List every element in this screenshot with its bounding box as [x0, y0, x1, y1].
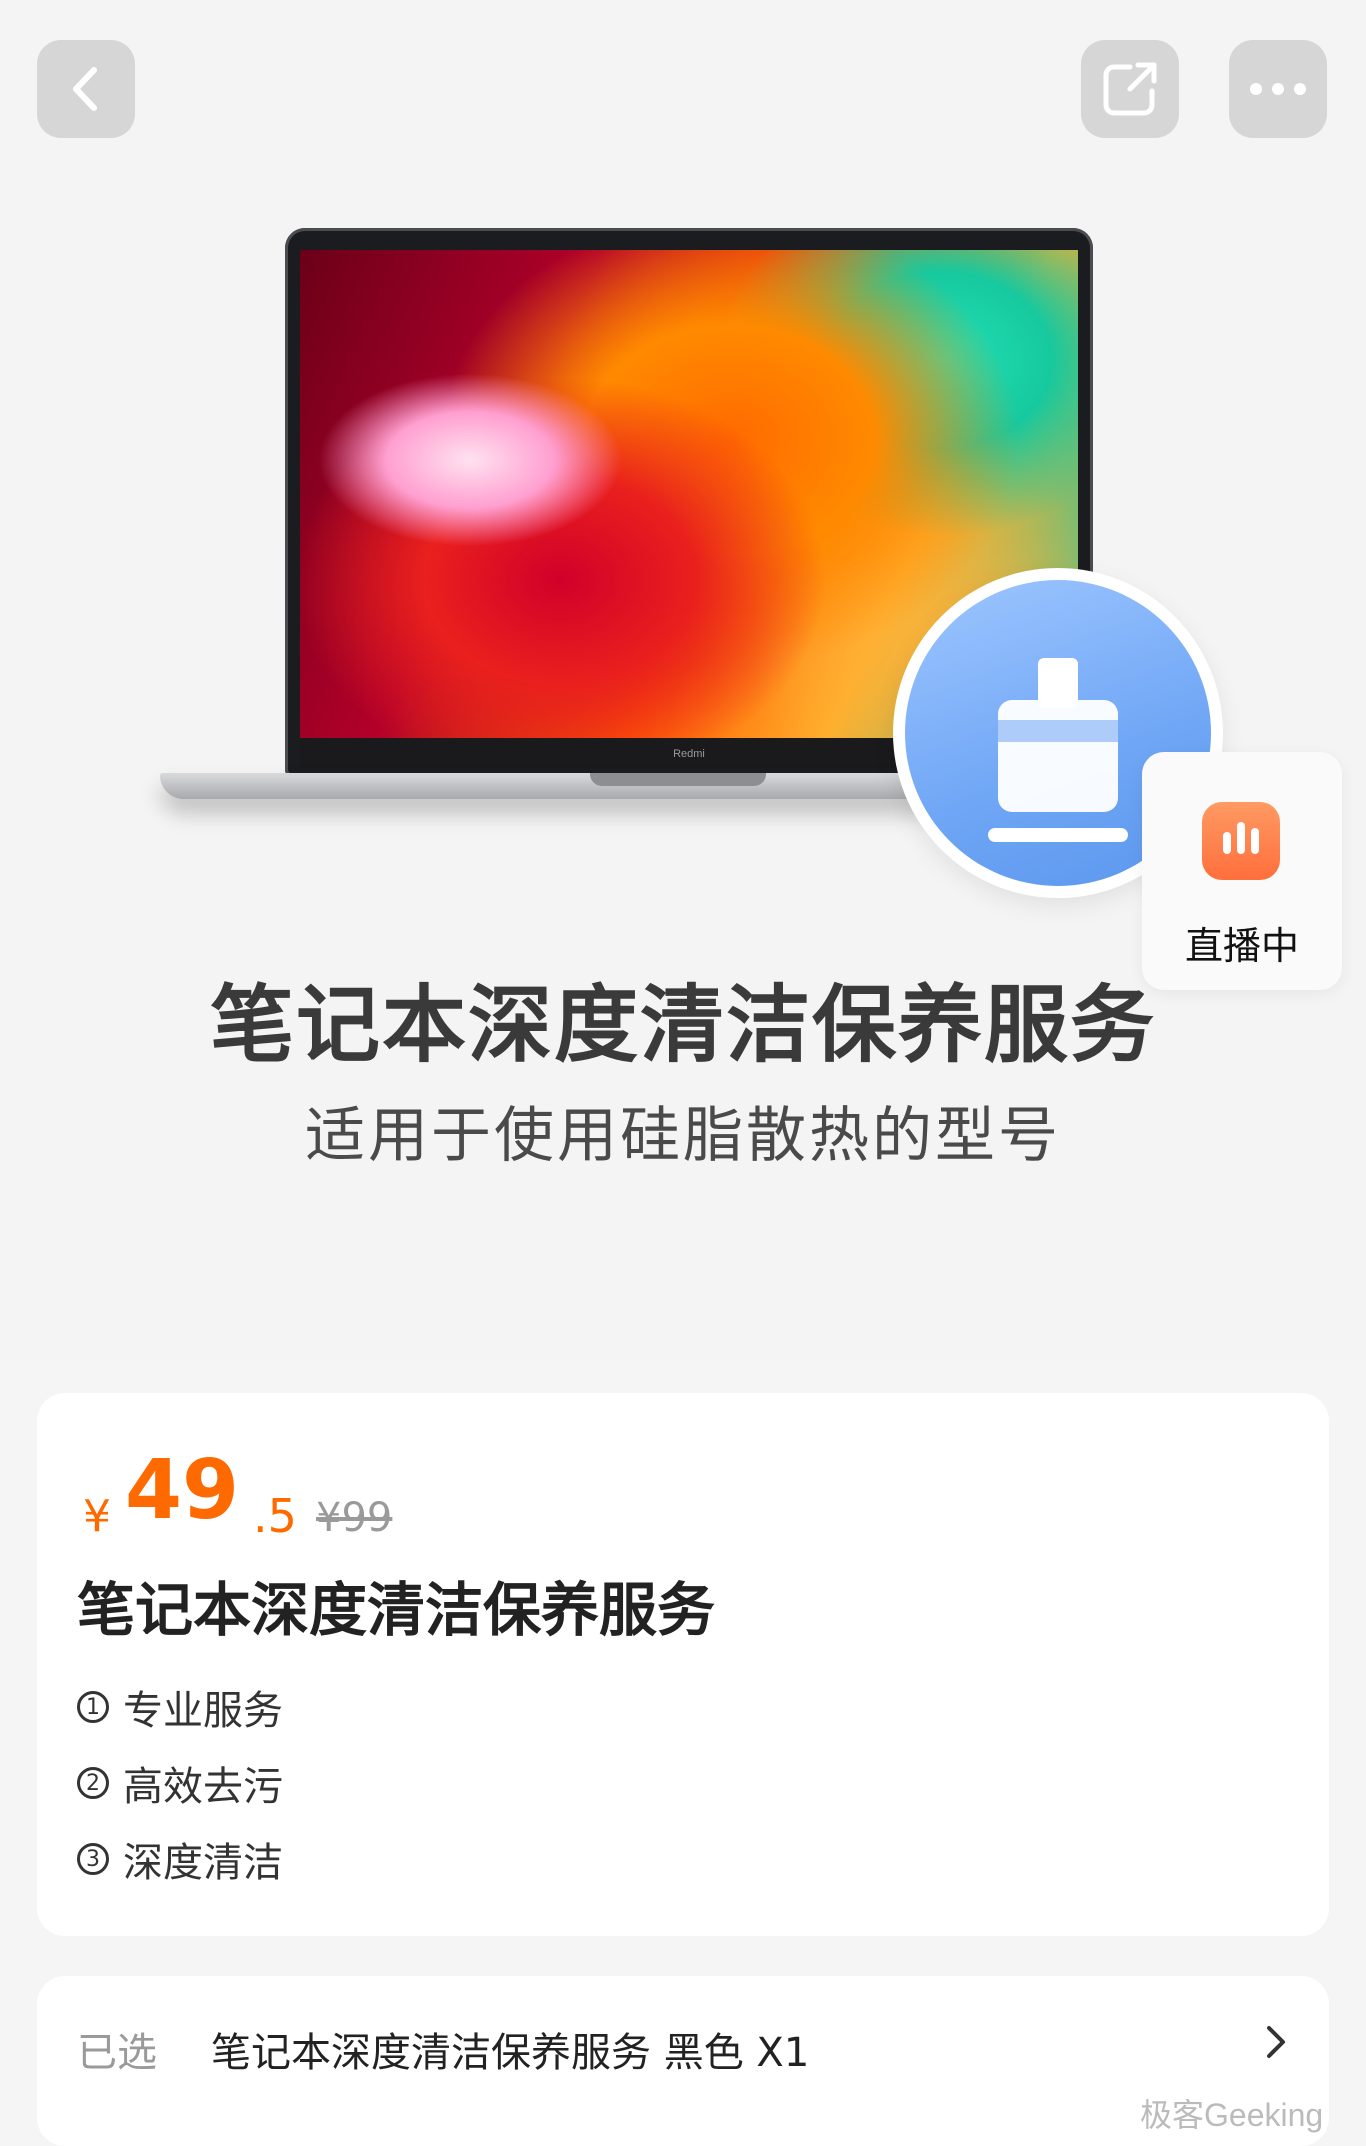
- feature-text: 专业服务: [123, 1688, 283, 1734]
- selected-label: 已选: [77, 2030, 157, 2076]
- feature-text: 深度清洁: [123, 1840, 283, 1886]
- share-icon: [1103, 62, 1157, 116]
- hero-banner: Redmi 直播中 笔记本深度清洁保养服务 适用于使用硅脂散热的型号: [0, 0, 1366, 1360]
- selected-spec-row[interactable]: 已选 笔记本深度清洁保养服务 黑色 X1: [37, 1976, 1329, 2146]
- chevron-left-icon: [73, 67, 97, 111]
- watermark: 极客Geeking: [1140, 2097, 1324, 2133]
- feature-number: 1: [77, 1691, 109, 1723]
- product-info-card: ¥ 49 .5 ¥99 笔记本深度清洁保养服务 1 专业服务 2 高效去污 3 …: [37, 1393, 1329, 1936]
- feature-number: 3: [77, 1843, 109, 1875]
- product-title: 笔记本深度清洁保养服务: [77, 1576, 716, 1644]
- chevron-right-icon: [1267, 2026, 1285, 2058]
- price-integer: 49: [125, 1443, 240, 1538]
- feature-item: 2 高效去污: [77, 1754, 283, 1812]
- live-widget[interactable]: 直播中: [1142, 752, 1342, 990]
- original-price: ¥99: [316, 1495, 393, 1541]
- currency-symbol: ¥: [83, 1491, 111, 1542]
- more-button[interactable]: [1229, 40, 1327, 138]
- feature-number: 2: [77, 1767, 109, 1799]
- selected-value: 笔记本深度清洁保养服务 黑色 X1: [211, 2030, 810, 2076]
- hero-title: 笔记本深度清洁保养服务: [209, 976, 1156, 1074]
- laptop-notch: [590, 773, 766, 786]
- feature-item: 1 专业服务: [77, 1678, 283, 1736]
- more-dots-icon: [1250, 83, 1306, 95]
- feature-item: 3 深度清洁: [77, 1830, 283, 1888]
- hero-subtitle: 适用于使用硅脂散热的型号: [305, 1101, 1061, 1171]
- live-bars-icon: [1202, 802, 1280, 880]
- back-button[interactable]: [37, 40, 135, 138]
- price-decimal: .5: [253, 1489, 297, 1543]
- share-button[interactable]: [1081, 40, 1179, 138]
- feature-text: 高效去污: [123, 1764, 283, 1810]
